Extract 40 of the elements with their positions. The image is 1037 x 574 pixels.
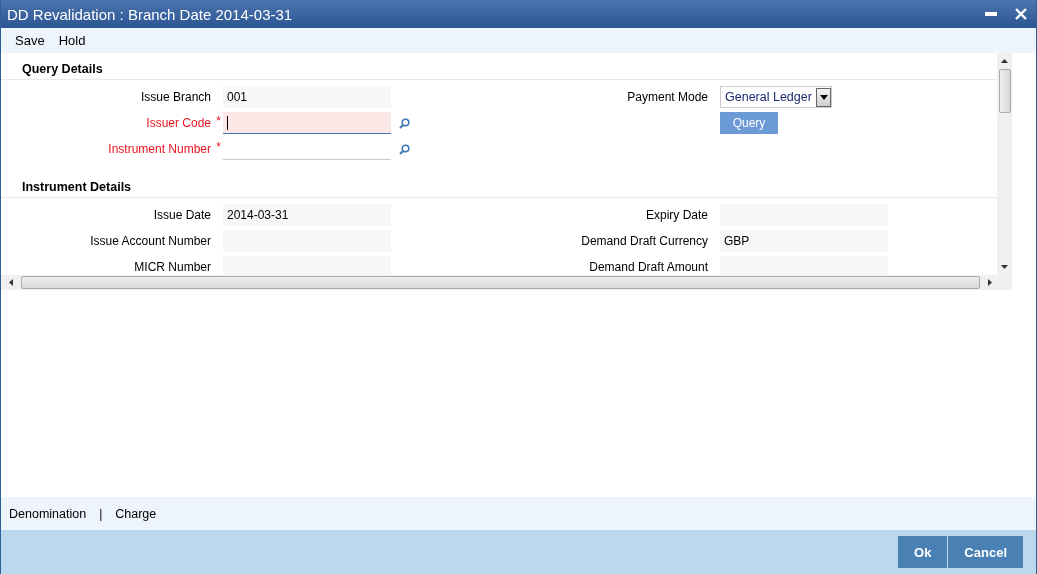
field-label: Demand Draft Amount bbox=[589, 260, 708, 274]
input-field[interactable] bbox=[223, 112, 391, 134]
close-icon[interactable] bbox=[1015, 8, 1027, 20]
field-label: Payment Mode bbox=[627, 90, 708, 104]
field-label: Issue Account Number bbox=[90, 234, 211, 248]
field-label: Demand Draft Currency bbox=[581, 234, 708, 248]
toolbar-button[interactable]: Save bbox=[10, 31, 50, 50]
scroll-thumb[interactable] bbox=[998, 69, 1011, 113]
field-label: Issue Branch bbox=[140, 90, 211, 104]
dialog-button[interactable]: Cancel bbox=[948, 536, 1023, 568]
scroll-thumb[interactable] bbox=[21, 276, 980, 289]
input-field[interactable] bbox=[223, 256, 391, 275]
section-heading: Query Details bbox=[1, 62, 997, 80]
input-field[interactable]: GBP bbox=[720, 230, 888, 252]
field-label: Expiry Date bbox=[645, 208, 708, 222]
payment-mode-dropdown[interactable]: General Ledger bbox=[720, 86, 832, 108]
footer-link[interactable]: Denomination bbox=[4, 504, 92, 523]
horizontal-scrollbar[interactable] bbox=[1, 275, 1012, 290]
field-label: Issue Date bbox=[153, 208, 211, 222]
required-marker: * bbox=[216, 140, 221, 154]
search-icon[interactable] bbox=[399, 143, 410, 155]
field-label: Instrument Number bbox=[108, 142, 211, 156]
input-field[interactable]: 2014-03-31 bbox=[223, 204, 391, 226]
section-heading: Instrument Details bbox=[1, 180, 997, 198]
field-label: Issuer Code bbox=[146, 116, 211, 130]
footer-link[interactable]: Charge bbox=[110, 504, 162, 523]
toolbar-button[interactable]: Hold bbox=[53, 31, 91, 50]
input-field[interactable] bbox=[720, 256, 888, 275]
scroll-down-icon[interactable] bbox=[1001, 265, 1008, 269]
vertical-scrollbar[interactable] bbox=[997, 53, 1012, 275]
window-title: DD Revalidation : Branch Date 2014-03-31 bbox=[7, 5, 294, 23]
scroll-right-icon[interactable] bbox=[988, 279, 992, 286]
scroll-up-icon[interactable] bbox=[1001, 59, 1008, 63]
input-field[interactable]: 001 bbox=[223, 86, 391, 108]
scroll-left-icon[interactable] bbox=[9, 279, 13, 286]
separator: | bbox=[98, 506, 104, 521]
field-label: MICR Number bbox=[134, 260, 211, 274]
dialog-button[interactable]: Ok bbox=[898, 536, 948, 568]
search-icon[interactable] bbox=[399, 117, 410, 129]
required-marker: * bbox=[216, 114, 221, 128]
